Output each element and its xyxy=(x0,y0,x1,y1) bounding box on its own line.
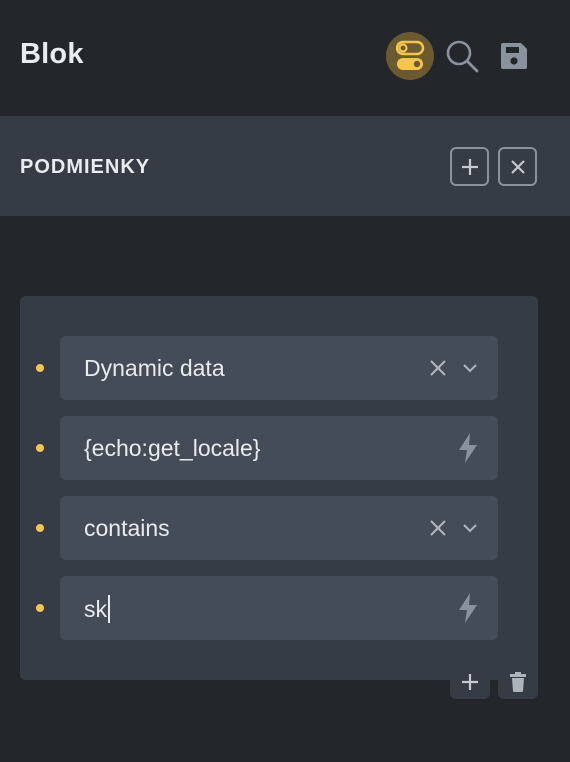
plus-icon xyxy=(461,158,478,175)
condition-operator-select[interactable]: contains xyxy=(36,496,498,560)
close-conditions-button[interactable] xyxy=(498,147,537,186)
add-row-button[interactable] xyxy=(450,664,490,699)
section-title: PODMIENKY xyxy=(20,156,151,178)
field-value: sk xyxy=(84,596,107,622)
chevron-down-icon[interactable] xyxy=(460,358,480,378)
plus-icon xyxy=(462,673,478,690)
field-value: {echo:get_locale} xyxy=(84,435,261,461)
clear-icon[interactable] xyxy=(428,358,448,378)
bullet-dot xyxy=(36,604,44,612)
condition-card: Dynamic data {echo:get_locale} contains xyxy=(20,296,538,680)
bullet-dot xyxy=(36,364,44,372)
delete-button[interactable] xyxy=(498,664,538,699)
panel-title: Blok xyxy=(20,38,84,70)
text-caret xyxy=(108,595,110,623)
field-value: contains xyxy=(84,515,170,541)
toggle-icon xyxy=(395,40,425,70)
lightning-icon[interactable] xyxy=(456,592,480,624)
field-value-wrapper: sk xyxy=(84,595,110,623)
bullet-dot xyxy=(36,444,44,452)
condition-key-input[interactable]: {echo:get_locale} xyxy=(36,416,498,480)
save-button[interactable] xyxy=(498,40,530,72)
search-button[interactable] xyxy=(444,38,480,74)
field-value: Dynamic data xyxy=(84,355,225,381)
close-icon xyxy=(510,159,525,174)
clear-icon[interactable] xyxy=(428,518,448,538)
add-condition-button[interactable] xyxy=(450,147,489,186)
toggle-button[interactable] xyxy=(386,32,434,80)
lightning-icon[interactable] xyxy=(456,432,480,464)
bullet-dot xyxy=(36,524,44,532)
app: Blok PODMIENKY Dynamic data {echo:get_lo… xyxy=(0,0,570,762)
condition-field-select[interactable]: Dynamic data xyxy=(36,336,498,400)
panel-header: Blok xyxy=(0,0,570,116)
trash-icon xyxy=(510,671,526,692)
chevron-down-icon[interactable] xyxy=(460,518,480,538)
condition-value-input[interactable]: sk xyxy=(36,576,498,640)
conditions-section-bar: PODMIENKY xyxy=(0,116,570,216)
search-icon xyxy=(446,40,479,73)
save-icon xyxy=(501,43,527,69)
